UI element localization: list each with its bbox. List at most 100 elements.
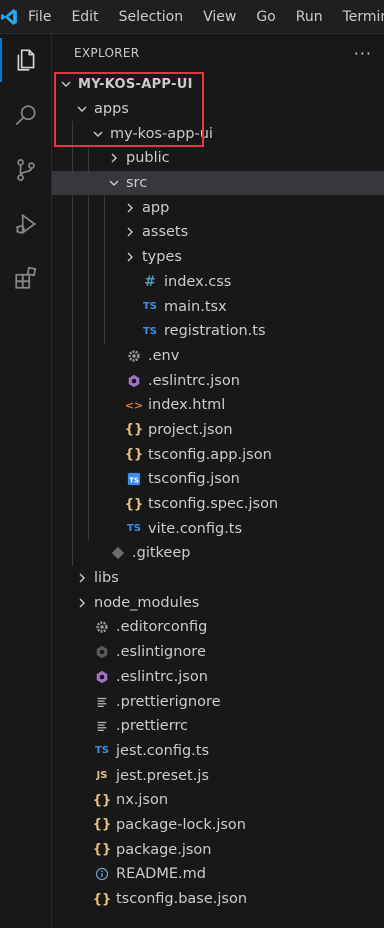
file-item[interactable]: {} nx.json (52, 788, 384, 813)
tree-item-label: tsconfig.spec.json (148, 496, 279, 513)
folder-item[interactable]: MY-KOS-APP-UI (52, 72, 384, 97)
tree-item-label: node_modules (94, 594, 200, 611)
menu-run[interactable]: Run (286, 0, 333, 34)
html-icon: <> (124, 398, 144, 412)
search-icon[interactable] (0, 92, 52, 140)
menu-selection[interactable]: Selection (109, 0, 194, 34)
indent-guide (72, 146, 73, 171)
tree-item-label: tsconfig.app.json (148, 446, 272, 463)
folder-item[interactable]: libs (52, 566, 384, 591)
file-item[interactable]: .eslintrc.json (52, 665, 384, 690)
file-item[interactable]: .eslintignore (52, 640, 384, 665)
file-item[interactable]: {} package-lock.json (52, 813, 384, 838)
tree-item-label: my-kos-app-ui (110, 125, 213, 142)
tree-item-label: .eslintrc.json (116, 668, 208, 685)
json-icon: {} (92, 792, 112, 808)
tree-item-label: jest.preset.js (116, 767, 209, 784)
tree-item-label: types (142, 249, 182, 266)
indent-guide (72, 516, 73, 542)
json-icon: {} (124, 496, 144, 512)
file-item[interactable]: TS vite.config.ts (52, 516, 384, 542)
tree-item-label: public (126, 150, 170, 167)
folder-item[interactable]: assets (52, 220, 384, 245)
file-item[interactable]: JS jest.preset.js (52, 763, 384, 788)
file-item[interactable]: .gitkeep (52, 541, 384, 566)
json-icon: {} (92, 817, 112, 833)
folder-item[interactable]: app (52, 195, 384, 221)
source-control-icon[interactable] (0, 146, 52, 194)
indent-guide (72, 541, 73, 566)
file-item[interactable]: {} package.json (52, 837, 384, 862)
indent-guide (88, 343, 89, 369)
file-item[interactable]: TS registration.ts (52, 318, 384, 344)
folder-item[interactable]: apps (52, 97, 384, 122)
menu-terminal[interactable]: Termina (333, 0, 384, 34)
tree-item-label: .prettierignore (116, 693, 221, 710)
chevron-right-icon (74, 570, 90, 586)
tree-item-label: tsconfig.base.json (116, 891, 248, 908)
tsconfig-icon: TS (126, 471, 142, 487)
indent-guide (88, 467, 89, 492)
tree-item-label: nx.json (116, 792, 169, 809)
file-item[interactable]: {} tsconfig.base.json (52, 887, 384, 912)
indent-guide (104, 244, 105, 270)
more-actions-icon[interactable]: ··· (354, 44, 372, 63)
explorer-title: EXPLORER (74, 46, 140, 60)
lines-icon (94, 694, 110, 710)
file-item[interactable]: TS jest.config.ts (52, 739, 384, 764)
folder-item[interactable]: node_modules (52, 590, 384, 615)
folder-item[interactable]: my-kos-app-ui (52, 121, 384, 147)
ts-icon: TS (126, 523, 142, 535)
explorer-icon[interactable] (0, 36, 52, 84)
extensions-icon[interactable] (0, 254, 52, 302)
indent-guide (88, 195, 89, 221)
tree-item-label: .eslintrc.json (148, 372, 240, 389)
indent-guide (72, 195, 73, 221)
tree-item-label: .prettierrc (116, 718, 189, 735)
indent-guide (72, 220, 73, 245)
tree-item-label: .gitkeep (132, 545, 191, 562)
menu-edit[interactable]: Edit (61, 0, 108, 34)
js-icon: JS (96, 770, 108, 782)
chevron-down-icon (106, 175, 122, 191)
json-icon: {} (124, 422, 144, 438)
file-item[interactable]: TS tsconfig.json (52, 467, 384, 492)
indent-guide (88, 368, 89, 393)
indent-guide (104, 220, 105, 245)
tree-item-label: assets (142, 224, 189, 241)
file-item[interactable]: {} tsconfig.app.json (52, 442, 384, 467)
menu-view[interactable]: View (193, 0, 246, 34)
indent-guide (104, 195, 105, 221)
tree-item-label: vite.config.ts (148, 520, 243, 537)
tree-item-label: MY-KOS-APP-UI (78, 76, 193, 92)
file-item[interactable]: # index.css (52, 269, 384, 295)
file-item[interactable]: .env (52, 343, 384, 369)
indent-guide (72, 170, 73, 196)
file-item[interactable]: .prettierignore (52, 689, 384, 714)
run-debug-icon[interactable] (0, 200, 52, 248)
indent-guide (72, 442, 73, 467)
file-item[interactable]: <> index.html (52, 392, 384, 418)
file-item[interactable]: {} tsconfig.spec.json (52, 491, 384, 517)
indent-guide (104, 269, 105, 295)
file-item[interactable]: .prettierrc (52, 714, 384, 739)
file-item[interactable]: .editorconfig (52, 615, 384, 640)
indent-guide (88, 392, 89, 418)
svg-text:TS: TS (129, 477, 139, 485)
folder-item[interactable]: src (52, 170, 384, 196)
tree-item-label: package-lock.json (116, 816, 246, 833)
tree-item-label: src (126, 175, 148, 192)
tree-item-label: package.json (116, 841, 212, 858)
tree-item-label: .env (148, 347, 180, 364)
folder-item[interactable]: types (52, 244, 384, 270)
file-item[interactable]: .eslintrc.json (52, 368, 384, 393)
folder-item[interactable]: public (52, 146, 384, 171)
file-item[interactable]: TS main.tsx (52, 294, 384, 319)
indent-guide (88, 516, 89, 542)
title-bar: File Edit Selection View Go Run Termina (0, 0, 384, 34)
menu-go[interactable]: Go (246, 0, 285, 34)
tree-item-label: libs (94, 570, 119, 587)
file-item[interactable]: README.md (52, 862, 384, 887)
file-item[interactable]: {} project.json (52, 417, 384, 443)
menu-file[interactable]: File (18, 0, 61, 34)
